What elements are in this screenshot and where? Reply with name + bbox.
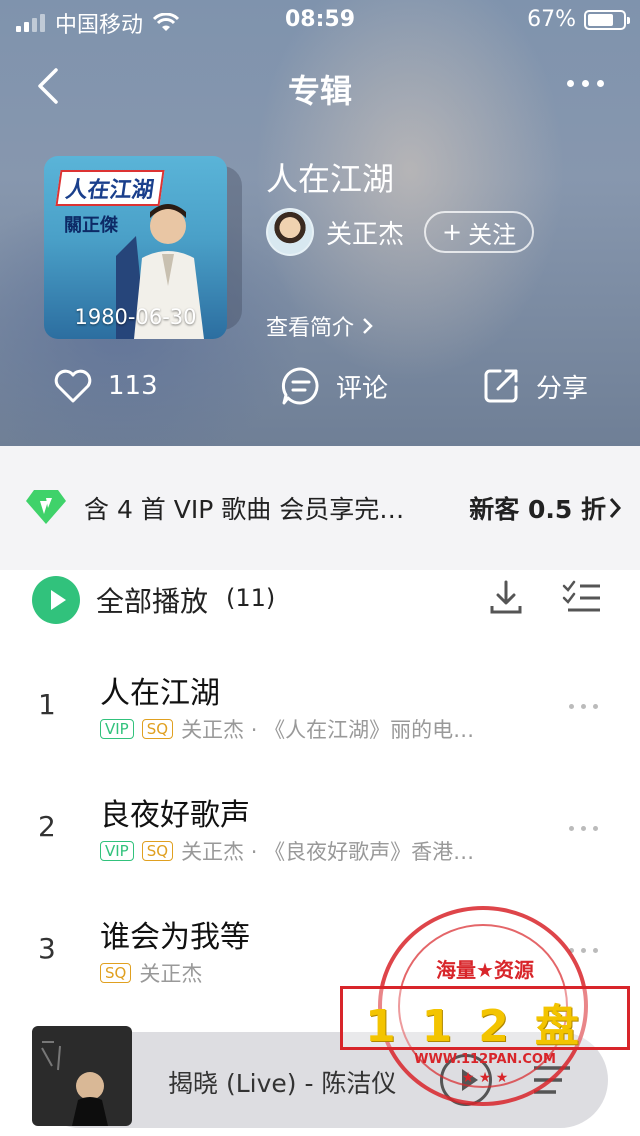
now-playing-cover[interactable] [32, 1026, 132, 1126]
nav-bar: 专辑 [0, 56, 640, 116]
download-icon[interactable] [488, 578, 524, 618]
track-index: 3 [38, 932, 56, 965]
album-header: 中国移动 08:59 67% 专辑 人在江湖 關正傑 1980-06-30 人在… [0, 0, 640, 446]
multi-select-icon[interactable] [562, 580, 602, 616]
sq-badge: SQ [141, 719, 174, 739]
track-count: (11) [226, 584, 276, 612]
playlist-icon[interactable] [532, 1064, 572, 1096]
cover-artist: 關正傑 [64, 215, 118, 236]
vip-deal-label: 新客 0.5 折 [469, 495, 606, 524]
now-playing-title: 揭晓 (Live) - 陈洁仪 [168, 1069, 397, 1098]
intro-label: 查看简介 [266, 316, 355, 341]
heart-icon [54, 369, 92, 403]
vip-badge: VIP [100, 841, 134, 861]
more-icon[interactable] [569, 826, 598, 831]
view-intro-link[interactable]: 查看简介 [266, 310, 374, 342]
artist-row: 关正杰 + 关注 [266, 208, 535, 256]
play-icon[interactable] [440, 1054, 492, 1106]
play-all-label[interactable]: 全部播放 [96, 580, 208, 620]
vip-badge: VIP [100, 719, 134, 739]
album-cover[interactable]: 人在江湖 關正傑 1980-06-30 [44, 156, 227, 339]
track-title: 人在江湖 [100, 676, 220, 711]
more-icon[interactable] [569, 704, 598, 709]
list-item[interactable]: 1 人在江湖 VIP SQ 关正杰 · 《人在江湖》丽的电… [0, 646, 640, 766]
more-icon[interactable] [569, 948, 598, 953]
action-bar: 113 评论 分享 [0, 360, 640, 416]
list-item[interactable]: 2 良夜好歌声 VIP SQ 关正杰 · 《良夜好歌声》香港… [0, 768, 640, 888]
track-title: 良夜好歌声 [100, 798, 250, 833]
comment-label: 评论 [336, 373, 389, 404]
play-all-row: 全部播放 (11) [0, 570, 640, 630]
page-title: 专辑 [287, 72, 352, 110]
like-button[interactable]: 113 [52, 360, 158, 412]
more-icon[interactable] [567, 80, 604, 87]
follow-button[interactable]: + 关注 [424, 211, 535, 253]
track-index: 2 [38, 810, 56, 843]
comment-icon [281, 367, 319, 405]
share-button[interactable]: 分享 [480, 360, 588, 412]
follow-label: 关注 [468, 220, 517, 249]
share-label: 分享 [536, 373, 589, 404]
vip-banner-text: 含 4 首 VIP 歌曲 会员享完… [84, 495, 405, 524]
album-name: 人在江湖 [266, 160, 395, 198]
like-count: 113 [108, 371, 158, 401]
avatar[interactable] [266, 208, 314, 256]
chevron-right-icon [363, 318, 373, 334]
artist-name[interactable]: 关正杰 [326, 214, 404, 251]
battery-icon [584, 9, 630, 30]
comment-button[interactable]: 评论 [280, 360, 388, 412]
status-bar: 中国移动 08:59 67% [0, 0, 640, 40]
battery-percent: 67% [527, 7, 576, 32]
share-icon [484, 369, 518, 403]
cover-title: 人在江湖 [55, 170, 165, 206]
chevron-right-icon [609, 498, 622, 518]
track-meta: 关正杰 [139, 962, 203, 986]
list-item[interactable]: 3 谁会为我等 SQ 关正杰 [0, 890, 640, 1010]
sq-badge: SQ [100, 963, 132, 983]
play-all-button[interactable] [32, 576, 80, 624]
track-title: 谁会为我等 [100, 920, 250, 955]
mini-player[interactable]: 揭晓 (Live) - 陈洁仪 [32, 1026, 608, 1128]
sq-badge: SQ [141, 841, 174, 861]
plus-icon: + [442, 218, 463, 246]
track-index: 1 [38, 688, 56, 721]
track-meta: 关正杰 · 《人在江湖》丽的电… [181, 718, 475, 742]
track-meta: 关正杰 · 《良夜好歌声》香港… [181, 840, 475, 864]
diamond-icon [26, 490, 66, 524]
vip-banner[interactable]: 含 4 首 VIP 歌曲 会员享完… 新客 0.5 折 [0, 446, 640, 570]
release-date: 1980-06-30 [74, 305, 197, 329]
